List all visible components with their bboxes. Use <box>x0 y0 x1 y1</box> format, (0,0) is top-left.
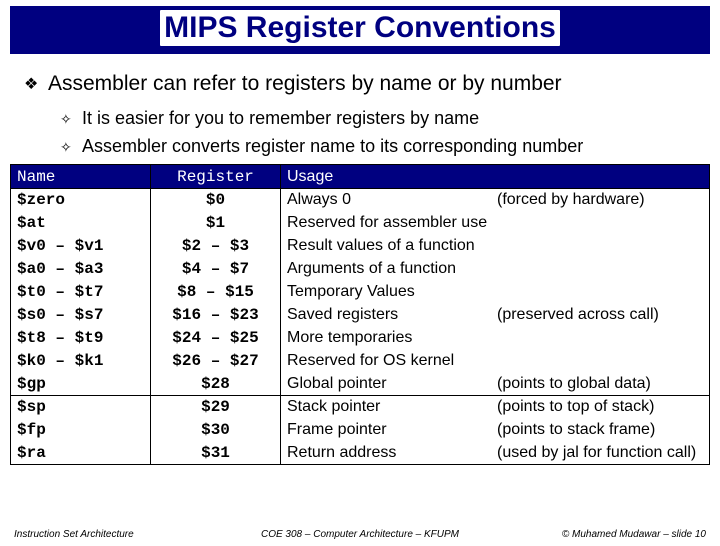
cell-register: $2 – $3 <box>151 235 281 258</box>
register-table: Name Register Usage $zero$0Always 0(forc… <box>10 164 710 465</box>
cell-name: $t8 – $t9 <box>11 327 151 350</box>
usage-text: Saved registers <box>287 306 497 324</box>
cell-usage: Reserved for assembler use <box>281 212 710 235</box>
cell-register: $1 <box>151 212 281 235</box>
cell-usage: Arguments of a function <box>281 258 710 281</box>
diamond-open-icon: ✧ <box>60 108 82 130</box>
title-text-wrap: MIPS Register Conventions <box>10 10 710 46</box>
cell-name: $k0 – $k1 <box>11 350 151 373</box>
table-row: $t8 – $t9$24 – $25 More temporaries <box>11 327 710 350</box>
cell-usage: Global pointer(points to global data) <box>281 373 710 396</box>
usage-text: Reserved for OS kernel <box>287 352 497 370</box>
cell-name: $sp <box>11 396 151 419</box>
table-row: $sp$29Stack pointer(points to top of sta… <box>11 396 710 419</box>
cell-register: $0 <box>151 189 281 212</box>
table-row: $t0 – $t7$8 – $15 Temporary Values <box>11 281 710 304</box>
table-row: $gp$28Global pointer(points to global da… <box>11 373 710 396</box>
cell-register: $28 <box>151 373 281 396</box>
cell-name: $v0 – $v1 <box>11 235 151 258</box>
table-row: $v0 – $v1$2 – $3 Result values of a funct… <box>11 235 710 258</box>
usage-note: (points to global data) <box>497 375 703 393</box>
table-row: $fp$30Frame pointer(points to stack fram… <box>11 419 710 442</box>
usage-text: Arguments of a function <box>287 260 497 278</box>
cell-name: $ra <box>11 442 151 465</box>
usage-note <box>497 237 703 255</box>
cell-name: $s0 – $s7 <box>11 304 151 327</box>
diamond-open-icon: ✧ <box>60 136 82 158</box>
cell-name: $t0 – $t7 <box>11 281 151 304</box>
bullet-level2: ✧ It is easier for you to remember regis… <box>60 108 700 130</box>
cell-usage: Frame pointer(points to stack frame) <box>281 419 710 442</box>
slide-footer: Instruction Set Architecture COE 308 – C… <box>0 529 720 540</box>
cell-register: $26 – $27 <box>151 350 281 373</box>
usage-note: (points to top of stack) <box>497 398 703 416</box>
usage-text: Reserved for assembler use <box>287 214 497 232</box>
bullet-level2: ✧ Assembler converts register name to it… <box>60 136 700 158</box>
usage-note: (points to stack frame) <box>497 421 703 439</box>
cell-usage: Stack pointer(points to top of stack) <box>281 396 710 419</box>
usage-text: Always 0 <box>287 191 497 209</box>
header-name: Name <box>11 165 151 189</box>
table-row: $a0 – $a3$4 – $7 Arguments of a function <box>11 258 710 281</box>
cell-register: $30 <box>151 419 281 442</box>
cell-name: $a0 – $a3 <box>11 258 151 281</box>
cell-usage: Always 0(forced by hardware) <box>281 189 710 212</box>
cell-name: $fp <box>11 419 151 442</box>
cell-usage: Temporary Values <box>281 281 710 304</box>
usage-text: Stack pointer <box>287 398 497 416</box>
diamond-bullet-icon: ❖ <box>24 72 48 98</box>
footer-right: © Muhamed Mudawar – slide 10 <box>502 529 706 540</box>
cell-register: $8 – $15 <box>151 281 281 304</box>
slide-body: ❖ Assembler can refer to registers by na… <box>0 54 720 158</box>
table-header-row: Name Register Usage <box>11 165 710 189</box>
cell-register: $16 – $23 <box>151 304 281 327</box>
footer-center: COE 308 – Computer Architecture – KFUPM <box>218 529 503 540</box>
usage-note <box>497 352 703 370</box>
usage-note: (forced by hardware) <box>497 191 703 209</box>
table-row: $zero$0Always 0(forced by hardware) <box>11 189 710 212</box>
cell-name: $at <box>11 212 151 235</box>
cell-usage: Saved registers(preserved across call) <box>281 304 710 327</box>
usage-text: Global pointer <box>287 375 497 393</box>
cell-register: $24 – $25 <box>151 327 281 350</box>
bullet-text: Assembler can refer to registers by name… <box>48 72 562 96</box>
bullet-text: It is easier for you to remember registe… <box>82 108 479 129</box>
cell-register: $31 <box>151 442 281 465</box>
cell-usage: Reserved for OS kernel <box>281 350 710 373</box>
cell-name: $zero <box>11 189 151 212</box>
usage-text: Temporary Values <box>287 283 497 301</box>
cell-register: $29 <box>151 396 281 419</box>
header-register: Register <box>151 165 281 189</box>
title-bar: MIPS Register Conventions <box>10 6 710 54</box>
slide-title: MIPS Register Conventions <box>160 10 560 46</box>
table-row: $at$1 Reserved for assembler use <box>11 212 710 235</box>
cell-register: $4 – $7 <box>151 258 281 281</box>
usage-note <box>497 283 703 301</box>
usage-note <box>497 214 703 232</box>
usage-text: Frame pointer <box>287 421 497 439</box>
cell-name: $gp <box>11 373 151 396</box>
table-row: $s0 – $s7$16 – $23Saved registers(preser… <box>11 304 710 327</box>
table-row: $k0 – $k1$26 – $27 Reserved for OS kernel <box>11 350 710 373</box>
bullet-level1: ❖ Assembler can refer to registers by na… <box>24 72 700 98</box>
cell-usage: Result values of a function <box>281 235 710 258</box>
usage-note <box>497 329 703 347</box>
usage-text: Return address <box>287 444 497 462</box>
bullet-text: Assembler converts register name to its … <box>82 136 583 157</box>
usage-text: Result values of a function <box>287 237 497 255</box>
cell-usage: More temporaries <box>281 327 710 350</box>
cell-usage: Return address(used by jal for function … <box>281 442 710 465</box>
usage-note <box>497 260 703 278</box>
usage-note: (used by jal for function call) <box>497 444 703 462</box>
footer-left: Instruction Set Architecture <box>14 529 218 540</box>
header-usage: Usage <box>281 165 710 189</box>
usage-text: More temporaries <box>287 329 497 347</box>
usage-note: (preserved across call) <box>497 306 703 324</box>
table-row: $ra$31Return address(used by jal for fun… <box>11 442 710 465</box>
